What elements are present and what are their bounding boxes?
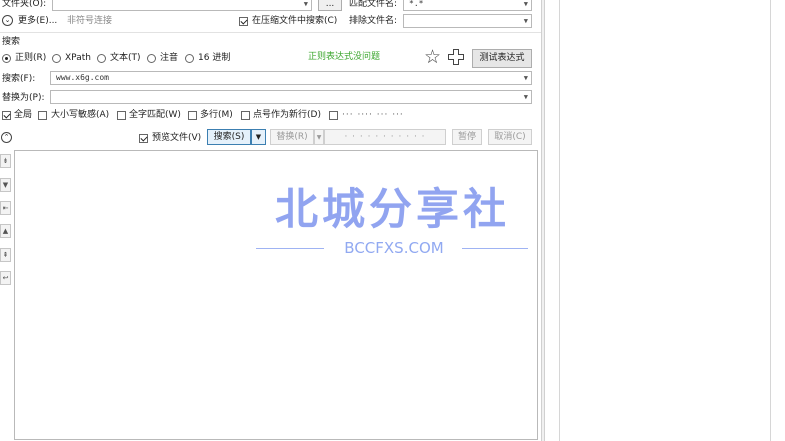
chevron-down-icon[interactable]: ▼ <box>524 0 528 10</box>
chevron-down-icon: ▼ <box>316 134 322 141</box>
regex-status: 正则表达式没问题 <box>308 52 381 62</box>
mode-hex-label: 16 进制 <box>198 53 231 63</box>
mode-text-radio[interactable] <box>97 54 106 63</box>
mode-xpath-radio[interactable] <box>52 54 61 63</box>
align-left-icon[interactable]: ⇤ <box>0 201 11 215</box>
search-for-input[interactable]: www.x6g.com ▼ <box>50 71 532 85</box>
option-case-label: 大小写敏感(A) <box>51 110 110 120</box>
mode-hex-radio[interactable] <box>185 54 194 63</box>
match-filename-value: *.* <box>409 0 424 8</box>
non-symlink-label: 非符号连接 <box>67 16 113 26</box>
match-filename-input[interactable]: *.* ▼ <box>403 0 532 11</box>
mode-regex-label: 正则(R) <box>15 53 47 63</box>
option-case-checkbox[interactable] <box>38 111 47 120</box>
star-icon[interactable]: ☆ <box>424 46 441 68</box>
replace-dropdown-button[interactable]: ▼ <box>314 129 324 145</box>
search-dropdown-button[interactable]: ▼ <box>251 129 266 145</box>
mode-phonetic-radio[interactable] <box>147 54 156 63</box>
search-in-archives-checkbox[interactable] <box>239 17 248 26</box>
more-label[interactable]: 更多(E)... <box>18 15 57 27</box>
option-blurred-checkbox[interactable] <box>329 111 338 120</box>
cancel-button[interactable]: 取消(C) <box>488 129 532 145</box>
pause-button[interactable]: 暂停 <box>452 129 482 145</box>
search-button[interactable]: 搜索(S) <box>207 129 251 145</box>
search-in-archives-label: 在压缩文件中搜索(C) <box>252 16 338 26</box>
chevron-down-icon[interactable]: ▼ <box>524 91 528 103</box>
test-regex-button[interactable]: 测试表达式 <box>472 49 532 68</box>
chevron-down-icon[interactable]: ▼ <box>524 15 528 27</box>
collapse-icon[interactable]: ⌃ <box>1 132 12 143</box>
replace-with-label: 替换为(P): <box>2 93 45 103</box>
option-whole-word-label: 全字匹配(W) <box>129 110 181 120</box>
option-dot-newline-label: 点号作为新行(D) <box>253 110 321 120</box>
search-section-label: 搜索 <box>2 37 21 47</box>
watermark-line-right <box>462 248 528 249</box>
exclude-filename-input[interactable]: ▼ <box>403 14 532 28</box>
search-for-value: www.x6g.com <box>56 73 109 82</box>
option-blurred-label: ··· ···· ··· ··· <box>342 110 404 120</box>
match-filename-label: 匹配文件名: <box>349 0 398 9</box>
sort-icon[interactable]: ⇞ <box>0 248 11 262</box>
right-scroll-border <box>770 0 771 441</box>
mode-regex-radio[interactable] <box>2 54 11 63</box>
mode-text-label: 文本(T) <box>110 53 141 63</box>
return-icon[interactable]: ↩ <box>0 271 11 285</box>
mode-phonetic-label: 注音 <box>160 53 179 63</box>
add-icon[interactable] <box>447 48 465 66</box>
watermark-title: 北城分享社 <box>275 185 510 235</box>
folder-label: 文件夹(O): <box>2 0 47 9</box>
option-dot-newline-checkbox[interactable] <box>241 111 250 120</box>
chevron-down-icon: ▼ <box>255 133 262 141</box>
folder-input[interactable]: ▼ <box>52 0 312 11</box>
search-for-label: 搜索(F): <box>2 74 36 84</box>
option-multiline-checkbox[interactable] <box>188 111 197 120</box>
separator <box>0 32 541 33</box>
watermark-subtitle: BCCFXS.COM <box>344 239 444 257</box>
collapse-all-icon[interactable]: ⇟ <box>0 154 11 168</box>
chevron-down-icon[interactable]: ▼ <box>304 0 308 10</box>
option-global-label: 全局 <box>14 110 33 120</box>
chevron-down-icon[interactable]: ▼ <box>524 72 528 84</box>
browse-button[interactable]: ... <box>318 0 342 11</box>
preview-file-checkbox[interactable] <box>139 134 148 143</box>
move-up-icon[interactable]: ▲ <box>0 224 11 238</box>
replace-with-input[interactable]: ▼ <box>50 90 532 104</box>
expand-down-icon[interactable]: ▼ <box>0 178 11 192</box>
right-inner-border <box>559 0 560 441</box>
watermark-line-left <box>256 248 324 249</box>
exclude-filename-label: 排除文件名: <box>349 16 398 26</box>
option-global-checkbox[interactable] <box>2 111 11 120</box>
option-whole-word-checkbox[interactable] <box>117 111 126 120</box>
right-panel <box>545 0 785 441</box>
replace-button[interactable]: 替换(R) <box>270 129 314 145</box>
option-multiline-label: 多行(M) <box>200 110 233 120</box>
blurred-action-button[interactable]: · · · · · · · · · · · <box>324 129 446 145</box>
preview-file-label: 预览文件(V) <box>152 133 202 143</box>
mode-xpath-label: XPath <box>65 53 91 63</box>
expand-more-icon[interactable]: ⌄ <box>2 15 13 26</box>
